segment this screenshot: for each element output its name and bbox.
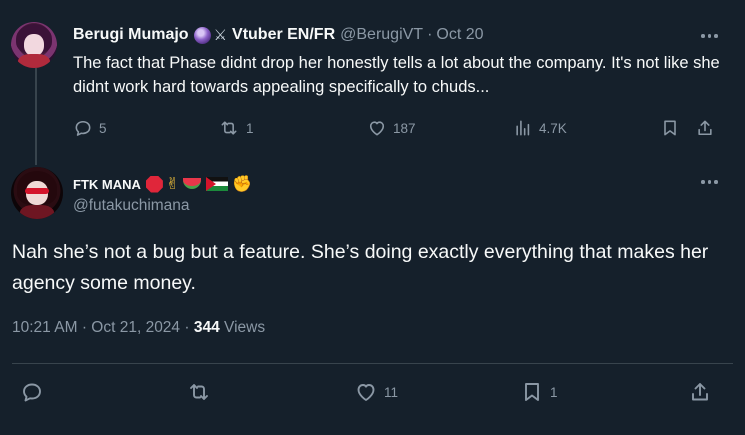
- bookmark-button[interactable]: [660, 118, 680, 138]
- analytics-icon: [516, 120, 530, 136]
- palestine-flag-emoji-icon: [206, 177, 229, 191]
- tweet-text: The fact that Phase didnt drop her hones…: [73, 54, 720, 96]
- separator-dot: ·: [427, 26, 433, 43]
- view-count: 4.7K: [539, 120, 567, 136]
- heart-icon: [369, 121, 385, 136]
- share-button[interactable]: [688, 380, 712, 404]
- user-handle[interactable]: @BerugiVT: [340, 26, 423, 44]
- tweet-action-bar: 5 1 187 4.7K: [73, 116, 723, 140]
- tweet-metadata: 10:21 AM · Oct 21, 2024 · 344 Views: [12, 319, 265, 337]
- avatar[interactable]: [11, 167, 63, 219]
- like-button[interactable]: 11: [354, 380, 398, 404]
- reply-tweet-name-row: FTK MANA ✌ ✊: [73, 174, 252, 194]
- tweet-text: Nah she’s not a bug but a feature. She’s…: [12, 241, 709, 294]
- more-options-icon[interactable]: [701, 180, 718, 184]
- crystal-ball-emoji-icon: [193, 26, 211, 44]
- display-name[interactable]: FTK MANA: [73, 177, 141, 192]
- bookmark-icon: [664, 120, 676, 136]
- parent-tweet-header: Berugi Mumajo ⚔ Vtuber EN/FR @BerugiVT ·…: [73, 26, 484, 44]
- more-options-icon[interactable]: [701, 34, 718, 38]
- views-button[interactable]: 4.7K: [513, 118, 567, 138]
- raised-fist-emoji-icon: ✊: [232, 176, 253, 193]
- reply-icon: [23, 383, 41, 402]
- sign-of-the-horns-emoji-icon: ✌: [165, 176, 180, 193]
- reply-button[interactable]: 5: [73, 118, 107, 138]
- reply-button[interactable]: [20, 380, 44, 404]
- views-count: 344: [193, 319, 220, 336]
- repost-icon: [221, 121, 237, 135]
- repost-button[interactable]: [186, 380, 218, 404]
- thread-connector-line: [35, 66, 37, 165]
- tweet-action-bar: 11 1: [12, 378, 733, 406]
- display-name[interactable]: Berugi Mumajo: [73, 26, 189, 44]
- share-icon: [698, 120, 712, 136]
- repost-count: 1: [246, 120, 254, 136]
- stop-sign-emoji-icon: [145, 175, 163, 193]
- repost-button[interactable]: 1: [218, 118, 254, 138]
- separator-dot: ·: [184, 319, 190, 336]
- bookmark-icon: [525, 383, 539, 401]
- reply-icon: [75, 120, 91, 136]
- views-label: Views: [224, 319, 266, 336]
- repost-icon: [190, 384, 208, 400]
- reply-count: 5: [99, 120, 107, 136]
- display-name-suffix[interactable]: Vtuber EN/FR: [232, 26, 335, 44]
- bookmark-count: 1: [550, 384, 558, 400]
- crossed-swords-emoji-icon: ⚔: [213, 27, 228, 44]
- tweet-date[interactable]: Oct 20: [436, 26, 483, 44]
- like-button[interactable]: 187: [367, 118, 416, 138]
- user-handle[interactable]: @futakuchimana: [73, 197, 190, 215]
- watermelon-emoji-icon: [183, 177, 202, 189]
- like-count: 187: [393, 120, 416, 136]
- divider: [12, 363, 733, 364]
- like-count: 11: [384, 384, 399, 400]
- tweet-time[interactable]: 10:21 AM: [12, 319, 78, 336]
- share-icon: [692, 383, 708, 401]
- separator-dot: ·: [81, 319, 87, 336]
- avatar[interactable]: [11, 22, 57, 68]
- heart-icon: [357, 384, 375, 401]
- tweet-date[interactable]: Oct 21, 2024: [91, 319, 180, 336]
- bookmark-button[interactable]: 1: [520, 380, 558, 404]
- share-button[interactable]: [695, 118, 715, 138]
